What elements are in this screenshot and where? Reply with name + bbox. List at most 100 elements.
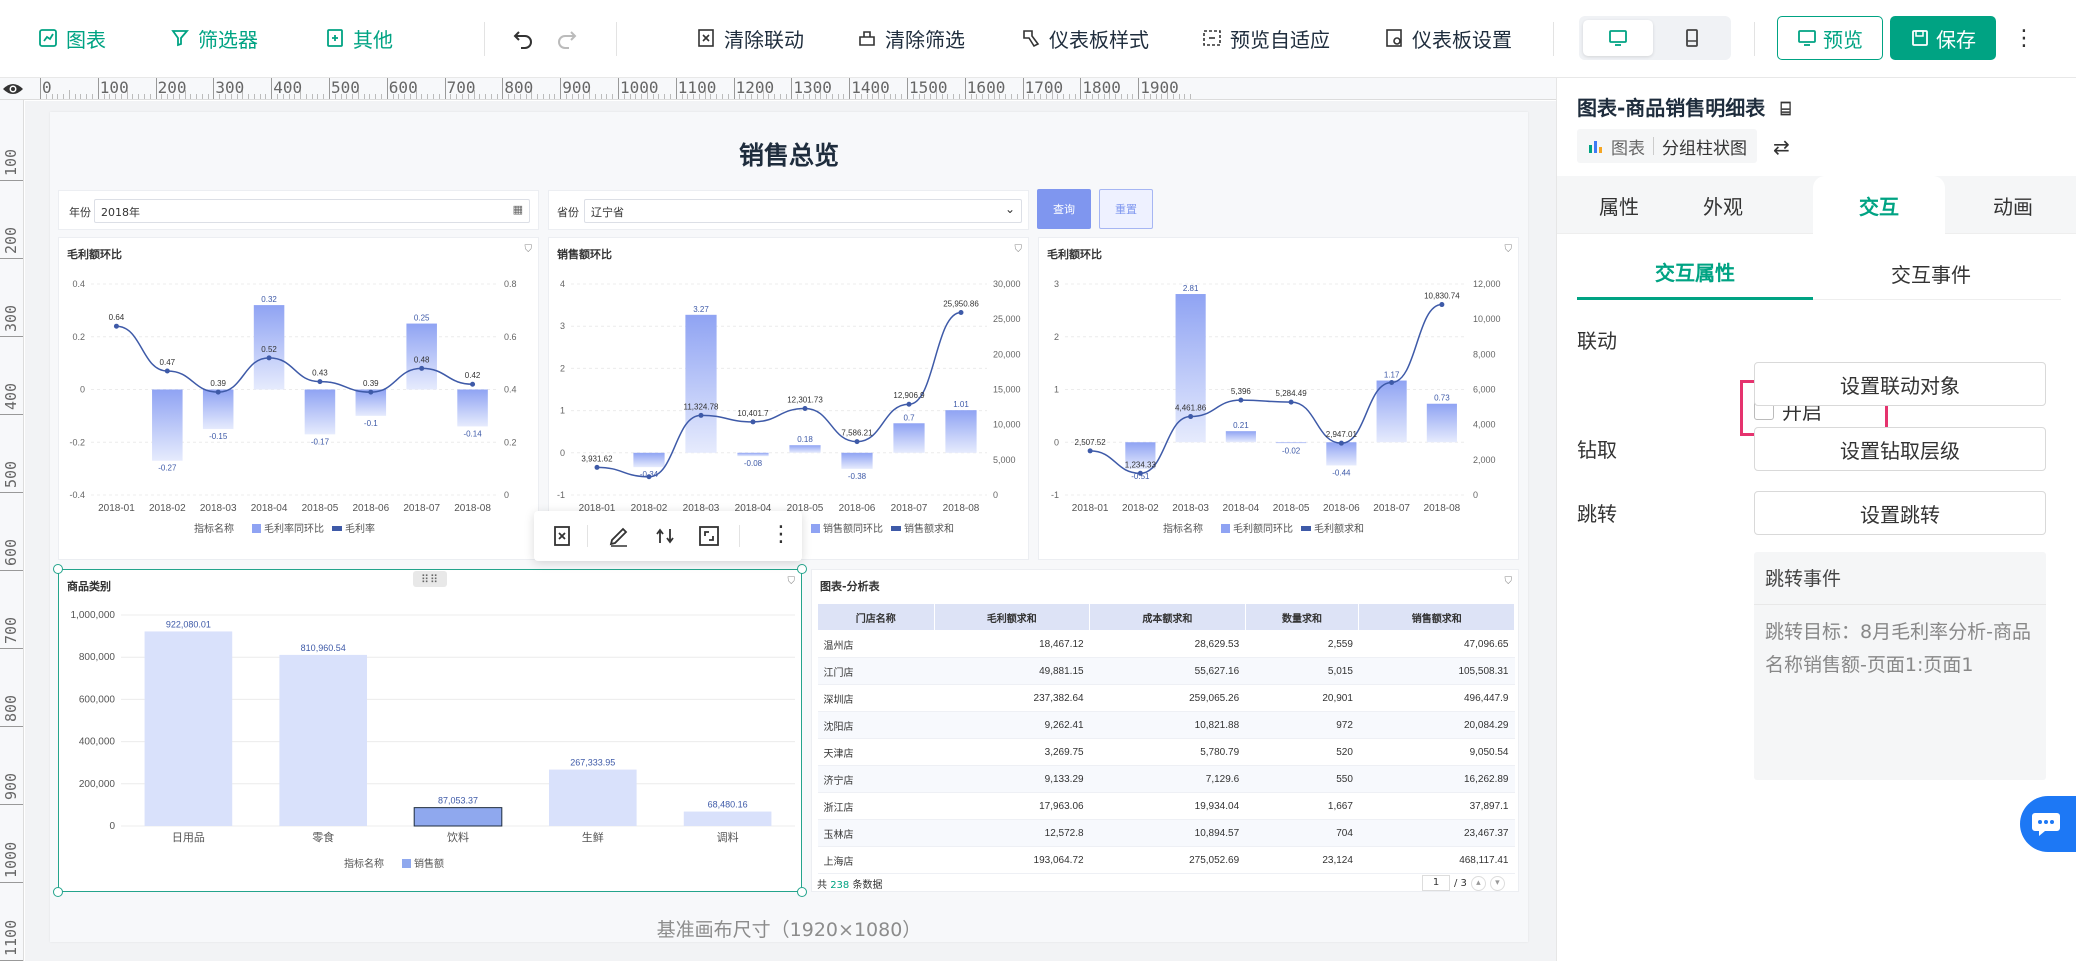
- line-point[interactable]: [1137, 470, 1143, 476]
- line-point[interactable]: [215, 389, 221, 395]
- line-point[interactable]: [646, 474, 652, 480]
- page-input[interactable]: 1: [1422, 875, 1450, 891]
- set-linkage-target-button[interactable]: 设置联动对象: [1754, 362, 2046, 406]
- line-point[interactable]: [1439, 302, 1445, 308]
- table-row[interactable]: 天津店 3,269.75 5,780.79 520 9,050.54: [817, 738, 1515, 766]
- preview-button[interactable]: 预览: [1777, 16, 1883, 60]
- line-point[interactable]: [1087, 448, 1093, 454]
- tab-animation[interactable]: 动画: [1951, 176, 2075, 234]
- legend-label[interactable]: 销售额同环比: [823, 522, 883, 535]
- province-filter-select[interactable]: 辽宁省 ⌄: [584, 199, 1022, 223]
- bar[interactable]: [1376, 380, 1407, 443]
- column-header[interactable]: 门店名称: [817, 603, 935, 631]
- add-other-button[interactable]: 其他: [325, 20, 393, 56]
- line-point[interactable]: [854, 439, 860, 445]
- swap-order-icon[interactable]: [654, 525, 676, 547]
- table-row[interactable]: 上海店 193,064.72 275,052.69 23,124 468,117.41: [817, 846, 1515, 874]
- line-point[interactable]: [164, 368, 170, 374]
- table-row[interactable]: 深圳店 237,382.64 259,065.26 20,901 496,447.9: [817, 684, 1515, 712]
- legend-label[interactable]: 毛利额同环比: [1233, 522, 1293, 535]
- add-filter-button[interactable]: 筛选器: [170, 20, 258, 56]
- clear-linkage-icon[interactable]: [551, 525, 573, 547]
- drag-handle[interactable]: ⠿⠿: [413, 571, 447, 587]
- bar[interactable]: [737, 452, 769, 457]
- line-point[interactable]: [594, 464, 600, 470]
- line-point[interactable]: [1389, 379, 1395, 385]
- dashboard-style-button[interactable]: 仪表板样式: [1021, 20, 1149, 56]
- table-row[interactable]: 温州店 18,467.12 28,629.53 2,559 47,096.65: [817, 630, 1515, 658]
- resize-handle-tr[interactable]: [797, 564, 807, 574]
- line-point[interactable]: [958, 309, 964, 315]
- line-point[interactable]: [802, 405, 808, 411]
- table-row[interactable]: 济宁店 9,133.29 7,129.6 550 16,262.89: [817, 765, 1515, 793]
- line-point[interactable]: [906, 401, 912, 407]
- line-point[interactable]: [266, 355, 272, 361]
- clear-filter-button[interactable]: 清除筛选: [857, 20, 965, 56]
- query-button[interactable]: 查询: [1037, 189, 1091, 229]
- tab-interaction[interactable]: 交互: [1813, 176, 1945, 234]
- legend-label[interactable]: 毛利额求和: [1314, 522, 1364, 535]
- line-point[interactable]: [1188, 414, 1194, 420]
- undo-button[interactable]: [512, 20, 542, 56]
- line-point[interactable]: [470, 381, 476, 387]
- bar[interactable]: [152, 389, 183, 461]
- legend-label[interactable]: 销售额求和: [904, 522, 954, 535]
- more-menu-button[interactable]: ⋮: [2013, 20, 2035, 56]
- add-chart-button[interactable]: 图表: [38, 20, 106, 56]
- column-header[interactable]: 毛利额求和: [933, 603, 1091, 631]
- table-filter-icon[interactable]: ⛉: [1505, 576, 1513, 587]
- clear-linkage-button[interactable]: 清除联动: [696, 20, 804, 56]
- bar[interactable]: [789, 445, 821, 453]
- bar[interactable]: [1225, 431, 1256, 443]
- page-down-icon[interactable]: ▾: [1489, 875, 1505, 891]
- line-point[interactable]: [368, 389, 374, 395]
- dashboard-settings-button[interactable]: 仪表板设置: [1384, 20, 1512, 56]
- edit-icon[interactable]: [608, 525, 630, 547]
- redo-button[interactable]: [556, 20, 586, 56]
- jump-event-card[interactable]: 跳转事件 跳转目标：8月毛利率分析-商品名称销售额-页面1:页面1: [1754, 552, 2046, 780]
- bar[interactable]: [304, 389, 336, 435]
- column-header[interactable]: 销售额求和: [1358, 603, 1515, 631]
- tab-appearance[interactable]: 外观: [1661, 176, 1785, 234]
- legend-label[interactable]: 毛利率同环比: [264, 522, 324, 535]
- resize-handle-br[interactable]: [797, 887, 807, 897]
- chart-filter-icon[interactable]: ⛉: [1015, 244, 1023, 255]
- set-jump-button[interactable]: 设置跳转: [1754, 491, 2046, 535]
- desktop-view-button[interactable]: [1583, 20, 1653, 56]
- column-header[interactable]: 数量求和: [1244, 603, 1360, 631]
- bar[interactable]: [685, 314, 717, 453]
- chart-panel-gross-profit[interactable]: 3 2 1 0 -1 12,000 10,000 8,000 6,000 4,000 2,000 0 -…: [1038, 237, 1519, 560]
- save-button[interactable]: 保存: [1890, 16, 1996, 60]
- bar[interactable]: [457, 389, 488, 427]
- page-up-icon[interactable]: ▴: [1470, 875, 1486, 891]
- reset-button[interactable]: 重置: [1099, 189, 1153, 229]
- support-chat-button[interactable]: [2020, 796, 2076, 852]
- resize-handle-bl[interactable]: [53, 887, 63, 897]
- line-point[interactable]: [317, 379, 323, 385]
- legend-label[interactable]: 毛利率: [345, 522, 375, 535]
- switch-type-icon[interactable]: ⇄: [1773, 135, 1790, 159]
- year-filter-input[interactable]: 2018年 ▦: [94, 199, 530, 223]
- bar[interactable]: [1426, 403, 1457, 443]
- table-row[interactable]: 浙江店 17,963.06 19,934.04 1,667 37,897.1: [817, 792, 1515, 820]
- preview-adapt-button[interactable]: 预览自适应: [1202, 20, 1330, 56]
- table-row[interactable]: 江门店 49,881.15 55,627.16 5,015 105,508.31: [817, 657, 1515, 685]
- chart-filter-icon[interactable]: ⛉: [525, 244, 533, 255]
- bar[interactable]: [1326, 442, 1357, 466]
- column-header[interactable]: 成本额求和: [1089, 603, 1246, 631]
- mobile-view-button[interactable]: [1657, 20, 1727, 56]
- bar[interactable]: [945, 410, 977, 453]
- set-drill-level-button[interactable]: 设置钻取层级: [1754, 427, 2046, 471]
- more-icon[interactable]: ⋮: [770, 522, 792, 547]
- subtab-interaction-props[interactable]: 交互属性: [1577, 246, 1813, 300]
- resize-handle-tl[interactable]: [53, 564, 63, 574]
- bar[interactable]: [202, 389, 234, 430]
- line-point[interactable]: [419, 365, 425, 371]
- chart-panel-gross-margin[interactable]: 0.4 0.2 0 -0.2 -0.4 0.8 0.6 0.4 0.2 0 -0.27 -0.15 0.…: [58, 237, 539, 560]
- line-point[interactable]: [1338, 440, 1344, 446]
- rename-icon[interactable]: ⌸: [1780, 99, 1791, 120]
- subtab-interaction-events[interactable]: 交互事件: [1813, 246, 2049, 300]
- chart-filter-icon[interactable]: ⛉: [1505, 244, 1513, 255]
- line-point[interactable]: [698, 412, 704, 418]
- line-point[interactable]: [113, 323, 119, 329]
